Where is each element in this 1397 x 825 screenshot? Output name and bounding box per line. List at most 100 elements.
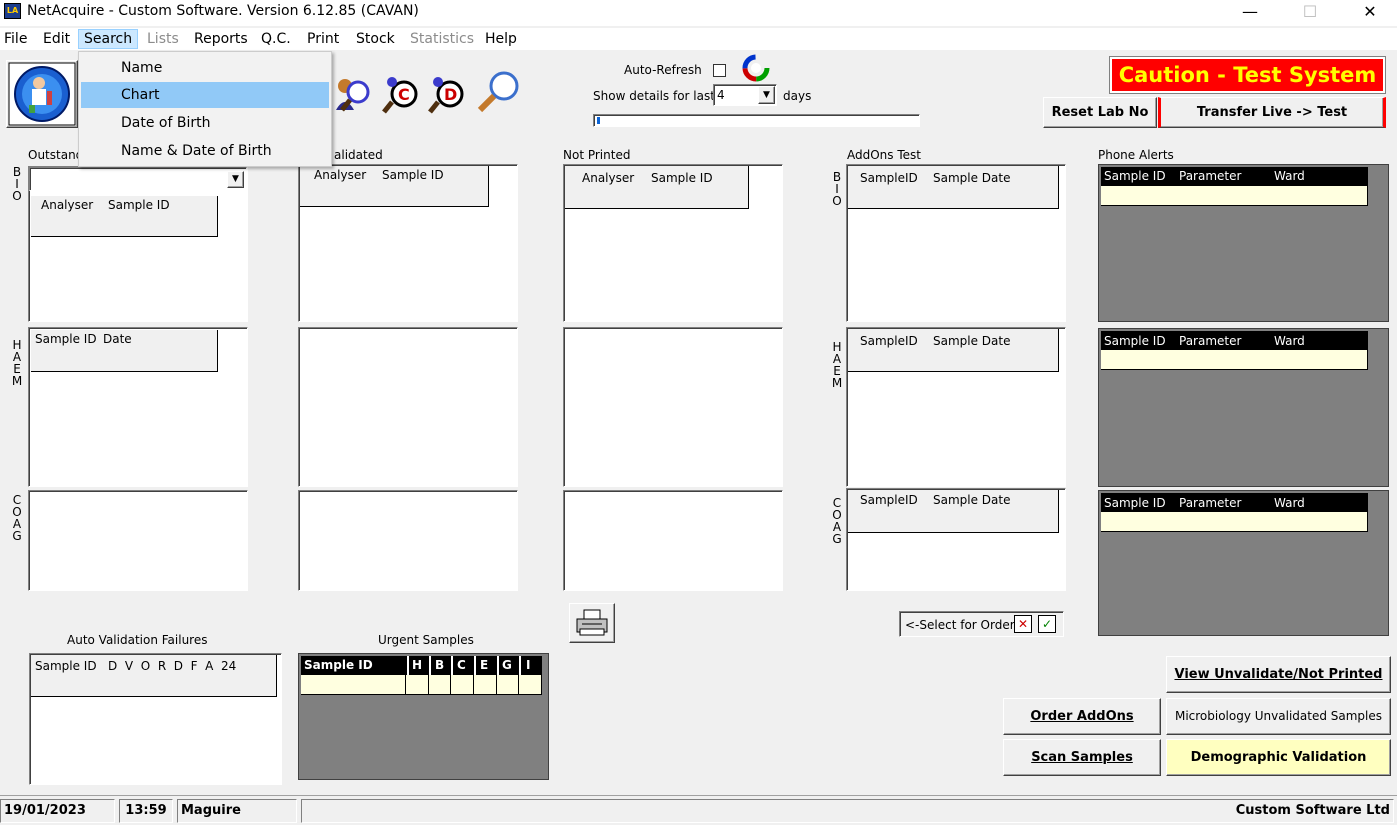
urgent-samples-row[interactable] (301, 675, 542, 695)
patient-search-icon (336, 79, 370, 112)
phone-alerts-bio-row[interactable] (1101, 186, 1368, 206)
validated-bio-panel: Analyser Sample ID (298, 164, 518, 322)
menu-file[interactable]: File (4, 31, 27, 47)
outstanding-coag-panel (28, 490, 248, 591)
phone-alerts-bio-header: Sample ID Parameter Ward (1101, 167, 1368, 186)
urgent-samples-heading: Urgent Samples (378, 633, 474, 647)
select-for-order-label: <-Select for Order (905, 618, 1015, 632)
search-by-chart[interactable]: Chart (81, 82, 329, 108)
urgent-samples-header: Sample ID H B C E G I (301, 656, 542, 675)
view-unvalidate-button[interactable]: View Unvalidate/Not Printed (1166, 656, 1391, 693)
svg-text:D: D (444, 85, 457, 104)
select-for-order-panel: <-Select for Order ✕ ✓ (899, 611, 1064, 637)
scan-samples-button[interactable]: Scan Samples (1003, 739, 1161, 776)
outstanding-analyser-select[interactable]: ▼ (29, 167, 247, 191)
svg-text:C: C (398, 85, 410, 104)
print-button[interactable] (569, 603, 615, 643)
menu-reports[interactable]: Reports (194, 31, 248, 47)
coag-row-label: COAG (12, 493, 22, 543)
outstanding-haem-panel: Sample ID Date (28, 327, 248, 487)
demographic-validation-button[interactable]: Demographic Validation (1166, 739, 1391, 776)
search-tools-icon-strip: C D (336, 71, 519, 114)
search-by-dob[interactable]: Date of Birth (81, 110, 329, 136)
deselect-all-x-icon[interactable]: ✕ (1014, 615, 1032, 633)
addons-bio-row-label: BIO (832, 170, 842, 208)
chevron-down-icon[interactable]: ▼ (758, 86, 775, 104)
auto-validation-failures-heading: Auto Validation Failures (67, 633, 208, 647)
refresh-progress-bar (593, 114, 920, 127)
phone-alerts-coag-row[interactable] (1101, 512, 1368, 532)
validated-bio-grid-header: Analyser Sample ID (300, 166, 489, 207)
addons-coag-panel: SampleID Sample Date (846, 488, 1066, 591)
menu-search[interactable]: Search (78, 29, 139, 49)
outstanding-heading: Outstand (28, 148, 84, 162)
addons-haem-row-label: HAEM (831, 340, 843, 390)
chevron-down-icon[interactable]: ▼ (227, 171, 244, 188)
menu-lists[interactable]: Lists (147, 31, 179, 47)
addons-bio-grid-header: SampleID Sample Date (848, 166, 1059, 209)
transfer-live-test-button[interactable]: Transfer Live -> Test (1158, 97, 1386, 128)
menu-bar: File Edit Search Lists Reports Q.C. Prin… (0, 28, 1397, 50)
outstanding-haem-grid-header: Sample ID Date (31, 330, 218, 372)
haem-row-label: HAEM (11, 338, 23, 388)
addons-test-heading: AddOns Test (847, 148, 921, 162)
minimize-button[interactable]: — (1227, 0, 1273, 26)
not-printed-heading: Not Printed (563, 148, 631, 162)
chart-d-search-icon: D (428, 77, 464, 114)
status-user: Maguire Carmel (177, 799, 297, 823)
not-printed-coag-panel (563, 490, 783, 591)
status-company: Custom Software Ltd (301, 799, 1394, 823)
order-addons-button[interactable]: Order AddOns (1003, 698, 1161, 735)
days-select[interactable]: 4 ▼ (713, 84, 777, 106)
search-by-name-dob[interactable]: Name & Date of Birth (81, 138, 329, 164)
menu-print[interactable]: Print (307, 31, 339, 47)
chart-c-search-icon: C (382, 77, 418, 114)
validated-heading: alidated (334, 148, 383, 162)
not-printed-bio-grid-header: Analyser Sample ID (565, 166, 749, 209)
menu-statistics[interactable]: Statistics (410, 31, 474, 47)
urgent-samples-grid: Sample ID H B C E G I (298, 653, 549, 780)
addons-haem-panel: SampleID Sample Date (846, 327, 1066, 487)
app-icon: LA (4, 3, 21, 19)
menu-edit[interactable]: Edit (43, 31, 70, 47)
phone-alerts-coag-grid: Sample ID Parameter Ward (1098, 490, 1389, 636)
printer-icon (576, 609, 608, 636)
days-label: days (783, 89, 812, 103)
scientist-logo-icon (8, 62, 76, 126)
validated-coag-panel (298, 490, 518, 591)
auto-validation-failures-panel: Sample ID D V O R D F A 24 (29, 653, 282, 785)
auto-refresh-label: Auto-Refresh (624, 63, 702, 77)
select-all-check-icon[interactable]: ✓ (1038, 615, 1056, 633)
menu-stock[interactable]: Stock (356, 31, 395, 47)
status-bar: 19/01/2023 13:59 Maguire Carmel Custom S… (0, 795, 1397, 823)
title-bar: LA NetAcquire - Custom Software. Version… (0, 0, 1397, 26)
phone-alerts-bio-grid: Sample ID Parameter Ward (1098, 164, 1389, 322)
phone-alerts-heading: Phone Alerts (1098, 148, 1174, 162)
phone-alerts-haem-row[interactable] (1101, 350, 1368, 370)
not-printed-haem-panel (563, 327, 783, 487)
refresh-icon[interactable] (738, 53, 774, 83)
addons-bio-panel: SampleID Sample Date (846, 164, 1066, 322)
search-dropdown-menu: Name Chart Date of Birth Name & Date of … (78, 51, 332, 167)
phone-alerts-haem-grid: Sample ID Parameter Ward (1098, 328, 1389, 487)
auto-refresh-checkbox[interactable] (713, 64, 726, 77)
search-by-name[interactable]: Name (81, 55, 329, 81)
maximize-button[interactable]: ☐ (1287, 0, 1333, 26)
logo-button[interactable] (6, 60, 78, 128)
status-date: 19/01/2023 (0, 799, 115, 823)
validated-haem-panel (298, 327, 518, 487)
magnifier-icon (477, 71, 519, 113)
addons-coag-row-label: COAG (832, 496, 842, 546)
menu-help[interactable]: Help (485, 31, 517, 47)
microbiology-unvalidated-button[interactable]: Microbiology Unvalidated Samples (1166, 698, 1391, 735)
reset-lab-no-button[interactable]: Reset Lab No (1043, 97, 1157, 128)
menu-qc[interactable]: Q.C. (261, 31, 291, 47)
days-value: 4 (717, 88, 725, 102)
caution-banner: Caution - Test System (1109, 56, 1386, 94)
refresh-progress-fill (597, 117, 600, 124)
close-button[interactable]: ✕ (1347, 0, 1393, 26)
phone-alerts-haem-header: Sample ID Parameter Ward (1101, 331, 1368, 350)
bio-row-label: BIO (12, 165, 22, 203)
not-printed-bio-panel: Analyser Sample ID (563, 164, 783, 322)
show-details-label: Show details for last (593, 89, 715, 103)
